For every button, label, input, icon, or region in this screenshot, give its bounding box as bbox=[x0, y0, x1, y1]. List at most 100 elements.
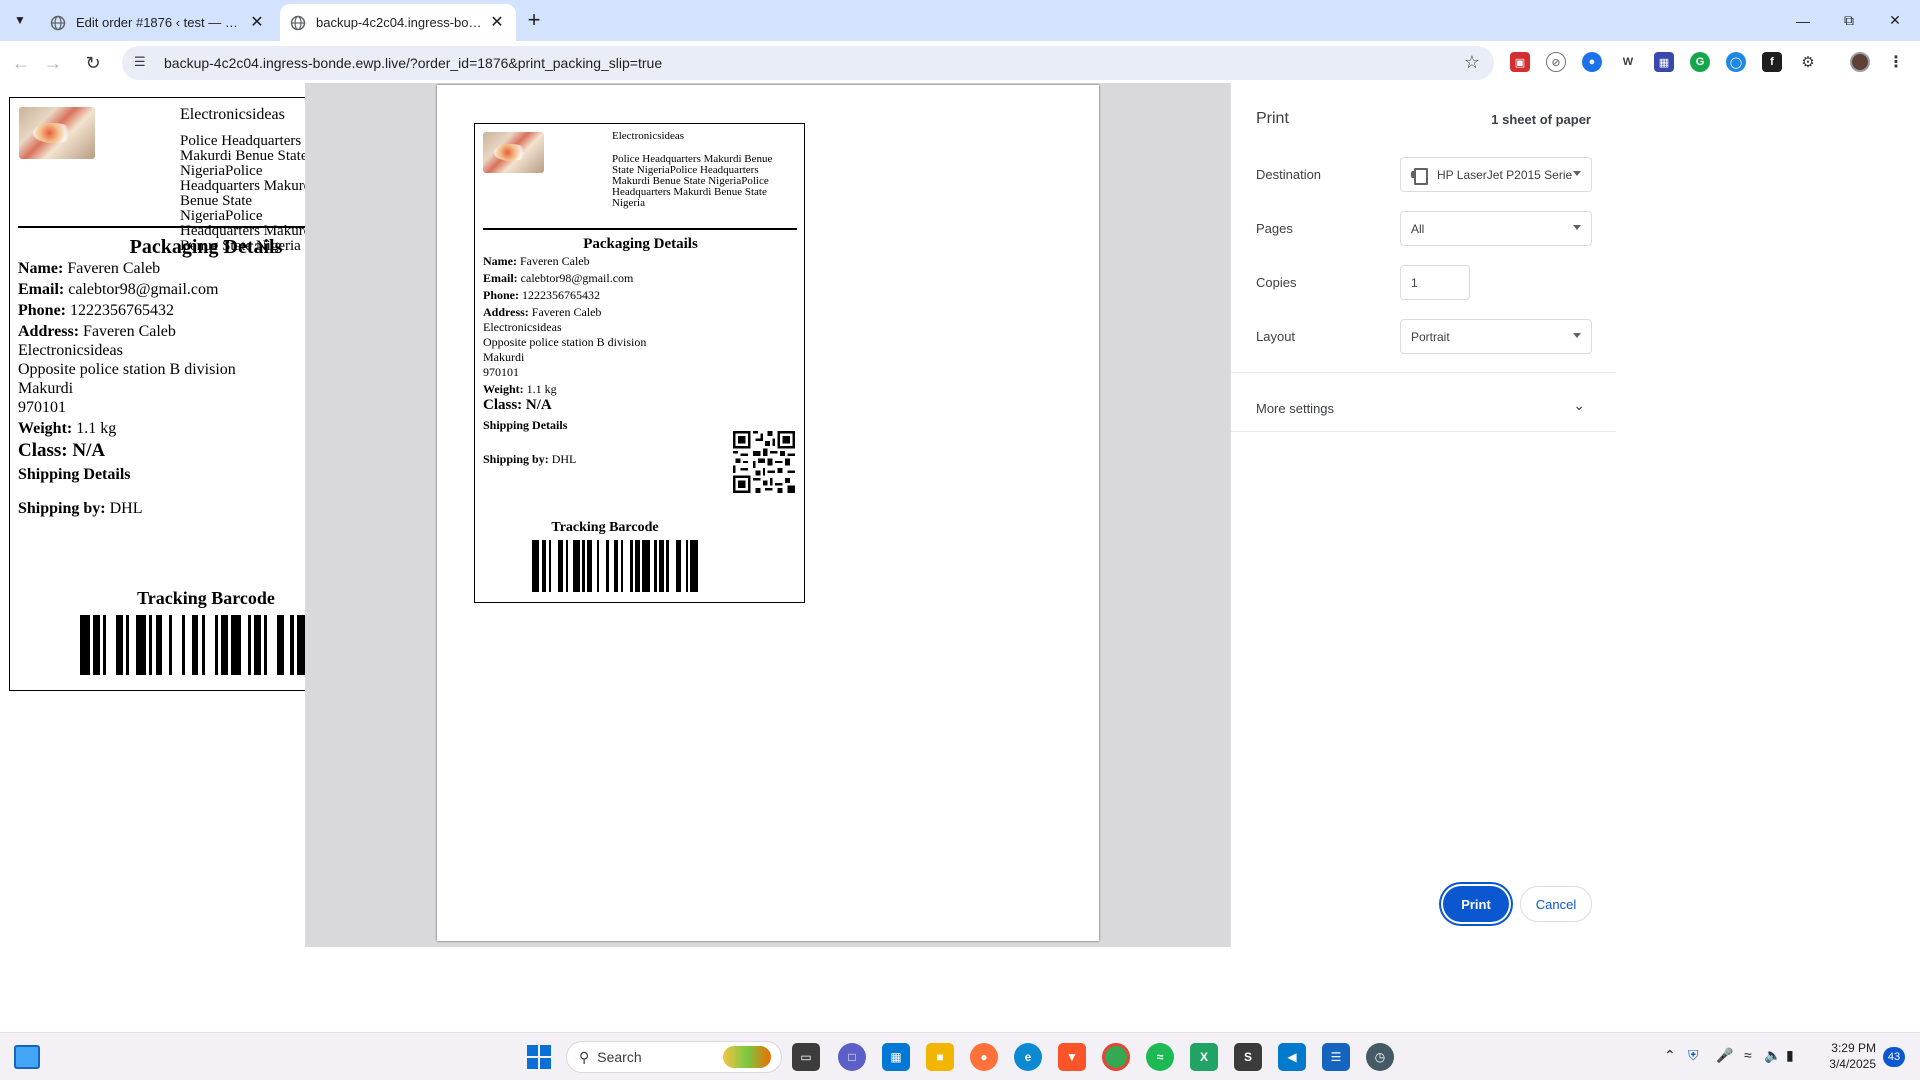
barcode-bar bbox=[103, 615, 107, 675]
profile-avatar-icon[interactable] bbox=[1850, 52, 1870, 72]
layout-value: Portrait bbox=[1411, 329, 1450, 344]
tracking-barcode-image bbox=[80, 615, 310, 675]
barcode-bar bbox=[596, 540, 600, 592]
pages-value: All bbox=[1411, 221, 1425, 236]
chevron-up-icon[interactable]: ⌃ bbox=[1664, 1047, 1676, 1064]
barcode-bar bbox=[587, 540, 592, 592]
address-line: Opposite police station B division bbox=[483, 335, 647, 349]
store-name: Electronicsideas bbox=[180, 106, 285, 123]
minimize-button[interactable]: — bbox=[1780, 0, 1826, 41]
print-button[interactable]: Print bbox=[1443, 886, 1509, 922]
barcode-bar bbox=[93, 615, 100, 675]
globe-icon bbox=[50, 15, 66, 30]
battery-icon[interactable]: ▮ bbox=[1786, 1047, 1794, 1064]
new-tab-button[interactable]: + bbox=[520, 8, 548, 32]
barcode-bar bbox=[149, 615, 153, 675]
grammarly-icon[interactable]: G bbox=[1690, 52, 1710, 72]
extensions-puzzle-icon[interactable]: ⚙ bbox=[1798, 52, 1818, 72]
packing-label-large: Electronicsideas Police Headquarters Mak… bbox=[9, 97, 320, 691]
tab-packing-slip[interactable]: backup-4c2c04.ingress-bonde.ewp.live ✕ bbox=[280, 4, 516, 41]
name-label: Name: bbox=[18, 260, 64, 277]
pages-select[interactable]: All bbox=[1400, 211, 1592, 246]
barcode-bar bbox=[214, 615, 218, 675]
email-row: Email: calebtor98@gmail.com bbox=[18, 281, 218, 299]
chevron-down-icon[interactable]: ⌄ bbox=[1573, 397, 1585, 414]
microphone-icon[interactable]: 🎤 bbox=[1716, 1047, 1733, 1064]
barcode-bar bbox=[201, 615, 205, 675]
search-icon: ⚲ bbox=[579, 1048, 590, 1065]
firefox-icon[interactable]: ● bbox=[970, 1043, 998, 1071]
barcode-bar bbox=[620, 540, 624, 592]
shipping-by-row: Shipping by: DHL bbox=[18, 500, 143, 518]
destination-select[interactable]: HP LaserJet P2015 Serie bbox=[1400, 157, 1592, 192]
customer-name: Faveren Caleb bbox=[519, 254, 590, 268]
bookmark-star-icon[interactable]: ☆ bbox=[1464, 52, 1480, 73]
cancel-button[interactable]: Cancel bbox=[1520, 886, 1592, 922]
barcode-bar bbox=[247, 615, 251, 675]
tab-edit-order[interactable]: Edit order #1876 ‹ test — WordPress ✕ bbox=[40, 4, 276, 41]
sheet-count: 1 sheet of paper bbox=[1491, 112, 1591, 127]
speaker-icon[interactable]: 🔈 bbox=[1764, 1047, 1781, 1064]
packing-label-preview: Electronicsideas Police Headquarters Mak… bbox=[474, 123, 805, 603]
barcode-bar bbox=[565, 540, 568, 592]
copies-input[interactable]: 1 bbox=[1400, 265, 1470, 300]
more-settings-toggle[interactable]: More settings bbox=[1256, 401, 1334, 416]
start-button[interactable] bbox=[527, 1045, 551, 1069]
address-bar[interactable]: ☰ backup-4c2c04.ingress-bonde.ewp.live/?… bbox=[122, 46, 1494, 80]
barcode-bar bbox=[116, 615, 123, 675]
barcode-bar bbox=[168, 615, 172, 675]
extension-blocker-icon[interactable]: ⊘ bbox=[1546, 52, 1566, 72]
vscode-icon[interactable]: ◀ bbox=[1278, 1043, 1306, 1071]
destination-label: Destination bbox=[1256, 167, 1322, 182]
close-tab-icon[interactable]: ✕ bbox=[248, 14, 266, 32]
wifi-icon[interactable]: ≈ bbox=[1744, 1047, 1752, 1063]
sublime-text-icon[interactable]: S bbox=[1234, 1043, 1262, 1071]
shipping-details-heading: Shipping Details bbox=[18, 466, 131, 483]
back-button[interactable]: ← bbox=[8, 50, 34, 76]
tracking-barcode-image bbox=[532, 540, 700, 592]
site-info-icon[interactable]: ☰ bbox=[134, 54, 152, 72]
extension-red-icon[interactable]: ▣ bbox=[1510, 52, 1530, 72]
shipping-details-heading: Shipping Details bbox=[483, 418, 568, 432]
forward-button[interactable]: → bbox=[40, 50, 66, 76]
clock-date: 3/4/2025 bbox=[1829, 1057, 1876, 1071]
close-window-button[interactable]: ✕ bbox=[1872, 0, 1918, 41]
notepad-icon[interactable]: ☰ bbox=[1322, 1043, 1350, 1071]
packaging-details-heading: Packaging Details bbox=[583, 236, 698, 252]
customer-name: Faveren Caleb bbox=[67, 260, 161, 277]
taskbar-search[interactable]: ⚲ Search bbox=[566, 1041, 782, 1073]
store-icon[interactable]: ▦ bbox=[882, 1043, 910, 1071]
weight-row: Weight: 1.1 kg bbox=[18, 420, 116, 438]
address-line: Opposite police station B division bbox=[18, 361, 236, 378]
security-shield-icon[interactable]: ⛨ bbox=[1688, 1047, 1699, 1064]
fontawesome-extension-icon[interactable]: f bbox=[1762, 52, 1782, 72]
spotify-icon[interactable]: ≈ bbox=[1146, 1043, 1174, 1071]
excel-icon[interactable]: X bbox=[1190, 1043, 1218, 1071]
close-tab-icon[interactable]: ✕ bbox=[488, 14, 506, 32]
extension-globe-icon[interactable]: ◯ bbox=[1726, 52, 1746, 72]
clock-app-icon[interactable]: ◷ bbox=[1366, 1043, 1394, 1071]
weight-value: 1.1 kg bbox=[526, 382, 557, 396]
file-explorer-icon[interactable]: ■ bbox=[926, 1043, 954, 1071]
chat-icon[interactable]: □ bbox=[838, 1043, 866, 1071]
notification-badge[interactable]: 43 bbox=[1883, 1047, 1905, 1067]
extension-blue-icon[interactable]: ● bbox=[1582, 52, 1602, 72]
extension-calendar-icon[interactable]: ▦ bbox=[1654, 52, 1674, 72]
barcode-bar bbox=[264, 615, 268, 675]
clock-time: 3:29 PM bbox=[1831, 1041, 1876, 1055]
restore-button[interactable]: ⧉ bbox=[1826, 0, 1872, 41]
widgets-icon[interactable] bbox=[14, 1045, 40, 1069]
edge-icon[interactable]: e bbox=[1014, 1043, 1042, 1071]
task-view-icon[interactable]: ▭ bbox=[792, 1043, 820, 1071]
chrome-icon[interactable] bbox=[1102, 1043, 1130, 1071]
barcode-bar bbox=[572, 540, 580, 592]
brave-icon[interactable]: ▼ bbox=[1058, 1043, 1086, 1071]
layout-select[interactable]: Portrait bbox=[1400, 319, 1592, 354]
clock[interactable]: 3:29 PM 3/4/2025 bbox=[1806, 1040, 1876, 1072]
tab-search-button[interactable]: ▼ bbox=[8, 8, 32, 32]
wordpress-extension-icon[interactable]: W bbox=[1618, 52, 1638, 72]
barcode-bar bbox=[254, 615, 261, 675]
reload-button[interactable]: ↻ bbox=[80, 50, 106, 76]
more-menu-icon[interactable]: ⋮ bbox=[1886, 52, 1906, 72]
store-name: Electronicsideas bbox=[612, 130, 685, 142]
